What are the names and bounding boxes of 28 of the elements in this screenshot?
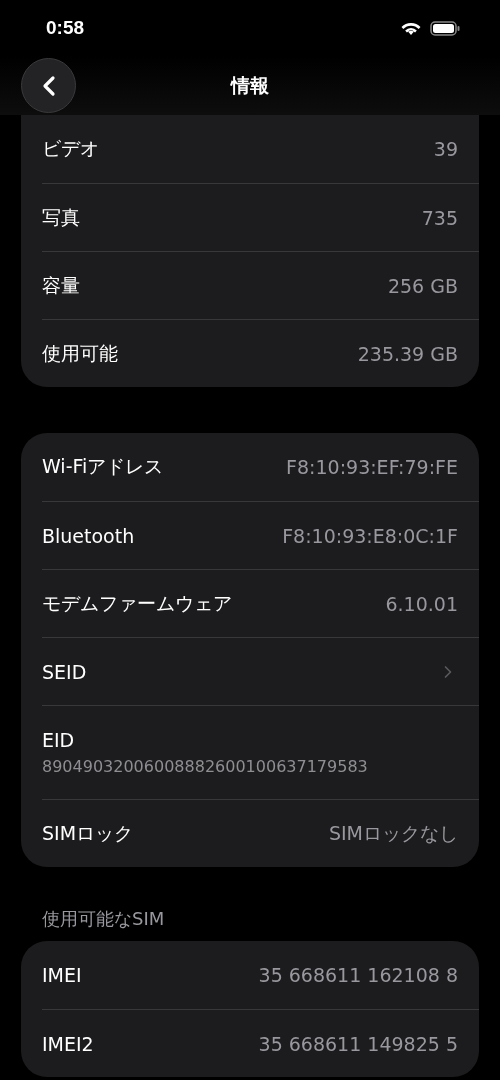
row-value: 235.39 GB xyxy=(357,342,458,365)
row-value: 89049032006008882600100637179583 xyxy=(42,757,369,776)
row-label: Bluetooth xyxy=(42,524,135,547)
status-time: 0:58 xyxy=(46,17,85,39)
row-label: 容量 xyxy=(42,272,80,298)
row-label: IMEI xyxy=(42,964,82,986)
row-value: SIMロックなし xyxy=(328,820,458,846)
row-value: 6.10.01 xyxy=(385,592,458,615)
battery-icon xyxy=(430,20,460,36)
row-value: F8:10:93:EF:79:FE xyxy=(286,456,458,478)
list-row[interactable]: SEID xyxy=(42,637,479,705)
wifi-icon xyxy=(400,20,422,36)
section-header: 使用可能なSIM xyxy=(41,907,166,931)
row-label: SIMロック xyxy=(42,820,134,846)
row-label: Wi-Fiアドレス xyxy=(42,454,164,479)
row-value: 35 668611 149825 5 xyxy=(258,1032,458,1055)
row-value: 35 668611 162108 8 xyxy=(258,964,458,986)
row-label: ビデオ xyxy=(42,136,99,161)
row-value: 735 xyxy=(421,206,458,229)
row-label: IMEI2 xyxy=(42,1032,94,1055)
row-value: 39 xyxy=(433,138,458,160)
row-label: モデムファームウェア xyxy=(42,590,232,616)
row-label: 写真 xyxy=(42,204,80,230)
nav-title: 情報 xyxy=(231,72,269,98)
row-value: 256 GB xyxy=(387,274,458,297)
row-value: F8:10:93:E8:0C:1F xyxy=(282,524,458,547)
row-label: EID xyxy=(42,729,76,751)
row-label: 使用可能 xyxy=(42,340,118,366)
